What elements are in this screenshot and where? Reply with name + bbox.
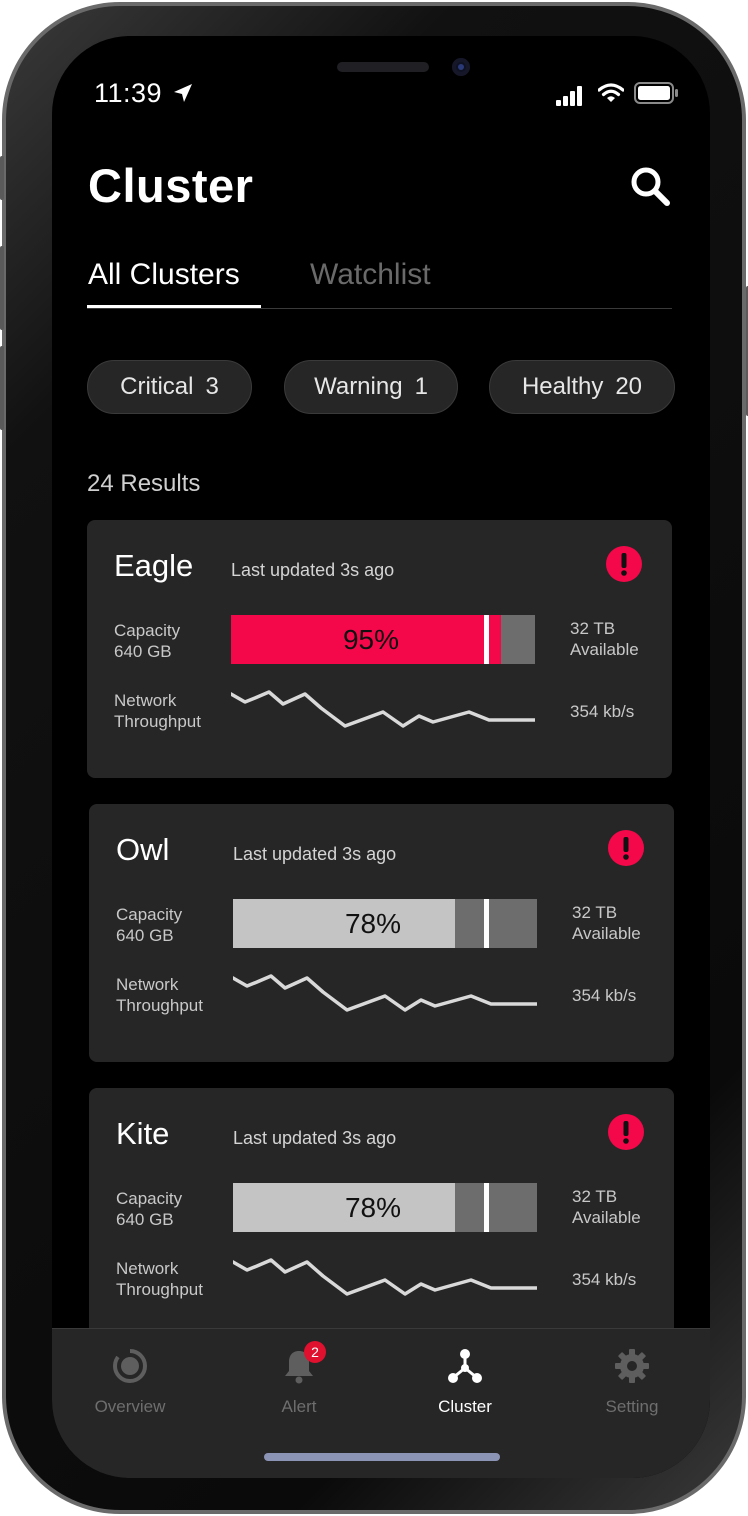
capacity-bar: 78%: [233, 1183, 537, 1232]
cellular-signal-icon: [556, 84, 584, 106]
capacity-percent: 95%: [342, 623, 400, 655]
network-label-line2: Throughput: [116, 1280, 203, 1299]
home-indicator: [264, 1453, 500, 1461]
page-title: Cluster: [88, 159, 254, 212]
network-speed: 354 kb/s: [572, 986, 637, 1005]
capacity-label: Capacity 640 GB: [116, 1188, 182, 1230]
phone-frame: 11:39 Cluster All Clusters Watchlist Cri…: [0, 2, 748, 1514]
capacity-label: Capacity 640 GB: [116, 904, 182, 946]
last-updated: Last updated 3s ago: [233, 844, 397, 864]
chip-label: Critical: [120, 373, 194, 400]
filter-warning-chip[interactable]: Warning 1: [284, 360, 458, 414]
active-tab-indicator: [87, 305, 261, 308]
volume-down-button: [0, 346, 4, 430]
front-camera: [452, 58, 470, 76]
network-speed: 354 kb/s: [570, 702, 635, 721]
nav-setting[interactable]: Setting: [557, 1329, 707, 1429]
chip-count: 20: [615, 373, 643, 400]
cluster-name: Owl: [116, 832, 170, 867]
capacity-title: Capacity: [116, 1189, 183, 1208]
capacity-label: Capacity 640 GB: [114, 620, 180, 662]
available-value: 32 TB: [570, 619, 616, 638]
capacity-size: 640 GB: [114, 642, 172, 661]
available-storage: 32 TB Available: [572, 1186, 641, 1228]
capacity-percent: 78%: [344, 907, 402, 939]
cluster-name: Eagle: [114, 548, 194, 583]
filter-healthy-chip[interactable]: Healthy 20: [489, 360, 675, 414]
available-storage: 32 TB Available: [570, 618, 639, 660]
tab-divider: [87, 308, 672, 309]
nav-label: Alert: [281, 1397, 317, 1416]
available-value: 32 TB: [572, 903, 618, 922]
alert-count-badge: 2: [304, 1341, 326, 1363]
critical-alert-icon: [606, 546, 642, 582]
available-label: Available: [572, 1208, 641, 1227]
available-value: 32 TB: [572, 1187, 618, 1206]
overview-icon: [113, 1348, 147, 1383]
location-arrow-icon: [174, 84, 192, 102]
network-throughput-label: Network Throughput: [114, 690, 201, 732]
network-label-line2: Throughput: [114, 712, 201, 731]
nav-label: Overview: [94, 1397, 166, 1416]
chip-label: Healthy: [521, 373, 604, 400]
screen: 11:39 Cluster All Clusters Watchlist Cri…: [52, 36, 710, 1478]
earpiece-speaker: [337, 62, 429, 72]
available-label: Available: [572, 924, 641, 943]
wifi-icon: [598, 83, 624, 102]
available-storage: 32 TB Available: [572, 902, 641, 944]
battery-icon: [634, 82, 678, 104]
cluster-icon: [448, 1349, 482, 1383]
network-label-line1: Network: [116, 975, 179, 994]
tab-watchlist[interactable]: Watchlist: [310, 258, 431, 292]
status-time: 11:39: [94, 78, 163, 108]
nav-label: Cluster: [438, 1397, 492, 1416]
last-updated: Last updated 3s ago: [231, 560, 395, 580]
capacity-bar: 78%: [233, 899, 537, 948]
nav-label: Setting: [605, 1397, 659, 1416]
volume-up-button: [0, 246, 4, 330]
search-icon[interactable]: [628, 164, 672, 208]
critical-alert-icon: [608, 830, 644, 866]
filter-critical-chip[interactable]: Critical 3: [87, 360, 252, 414]
nav-overview[interactable]: Overview: [55, 1329, 205, 1429]
cluster-name: Kite: [116, 1116, 170, 1151]
capacity-bar: 95%: [231, 615, 535, 664]
capacity-size: 640 GB: [116, 1210, 174, 1229]
chip-count: 3: [205, 373, 219, 400]
cluster-card-kite[interactable]: Kite Last updated 3s ago Capacity 640 GB…: [89, 1088, 674, 1346]
mute-switch: [0, 156, 4, 200]
network-label-line1: Network: [116, 1259, 179, 1278]
cluster-card-eagle[interactable]: Eagle Last updated 3s ago Capacity 640 G…: [87, 520, 672, 778]
chip-label: Warning: [314, 373, 403, 400]
chip-count: 1: [414, 373, 428, 400]
network-throughput-label: Network Throughput: [116, 974, 203, 1016]
critical-alert-icon: [608, 1114, 644, 1150]
throughput-sparkline: [233, 974, 537, 1012]
last-updated: Last updated 3s ago: [233, 1128, 397, 1148]
available-label: Available: [570, 640, 639, 659]
network-label-line1: Network: [114, 691, 177, 710]
tab-all-clusters[interactable]: All Clusters: [88, 258, 240, 292]
results-count: 24 Results: [87, 470, 201, 497]
gear-icon: [615, 1349, 649, 1383]
capacity-size: 640 GB: [116, 926, 174, 945]
nav-alert[interactable]: 2 Alert: [224, 1329, 374, 1429]
capacity-title: Capacity: [114, 621, 181, 640]
network-throughput-label: Network Throughput: [116, 1258, 203, 1300]
throughput-sparkline: [233, 1258, 537, 1296]
nav-cluster[interactable]: Cluster: [390, 1329, 540, 1429]
network-speed: 354 kb/s: [572, 1270, 637, 1289]
capacity-title: Capacity: [116, 905, 183, 924]
cluster-card-owl[interactable]: Owl Last updated 3s ago Capacity 640 GB …: [89, 804, 674, 1062]
capacity-percent: 78%: [344, 1191, 402, 1223]
throughput-sparkline: [231, 690, 535, 728]
network-label-line2: Throughput: [116, 996, 203, 1015]
